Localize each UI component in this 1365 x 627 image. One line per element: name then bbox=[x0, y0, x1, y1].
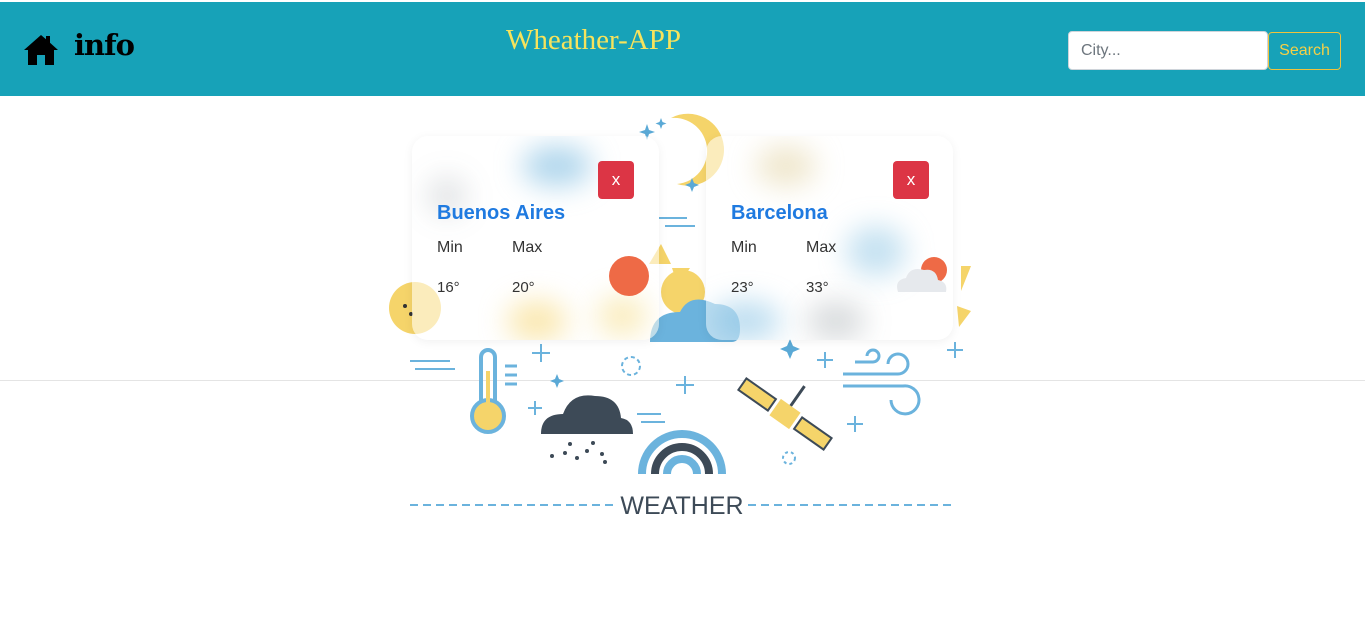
card-max-label: Max bbox=[806, 239, 837, 256]
card-min-label: Min bbox=[437, 239, 463, 256]
remove-card-button[interactable]: x bbox=[598, 161, 634, 199]
card-min-value: 23° bbox=[731, 279, 754, 296]
weather-card: x Buenos Aires Min Max 16° 20° bbox=[412, 136, 659, 340]
search-button[interactable]: Search bbox=[1268, 32, 1341, 70]
weather-card: x Barcelona Min Max 23° 33° bbox=[706, 136, 953, 340]
sun-icon bbox=[609, 256, 649, 296]
remove-card-button[interactable]: x bbox=[893, 161, 929, 199]
card-max-value: 20° bbox=[512, 279, 535, 296]
satellite-icon bbox=[736, 377, 834, 451]
card-max-value: 33° bbox=[806, 279, 829, 296]
city-search-input[interactable] bbox=[1068, 31, 1268, 70]
card-min-value: 16° bbox=[437, 279, 460, 296]
card-max-label: Max bbox=[512, 239, 543, 256]
info-link[interactable]: info bbox=[74, 28, 135, 62]
card-min-label: Min bbox=[731, 239, 757, 256]
card-city-name: Buenos Aires bbox=[437, 202, 566, 224]
rainbow-icon bbox=[638, 430, 726, 475]
partly-cloudy-icon bbox=[897, 257, 947, 292]
wind-icon bbox=[843, 348, 921, 416]
rain-cloud-icon bbox=[541, 395, 633, 464]
weather-banner-text: WEATHER bbox=[620, 492, 743, 520]
app-title: Wheather-APP bbox=[506, 24, 681, 56]
navbar: info Wheather-APP Search bbox=[0, 2, 1365, 96]
card-city-name: Barcelona bbox=[731, 202, 828, 224]
home-icon[interactable] bbox=[23, 33, 59, 67]
thermometer-icon bbox=[470, 348, 517, 434]
